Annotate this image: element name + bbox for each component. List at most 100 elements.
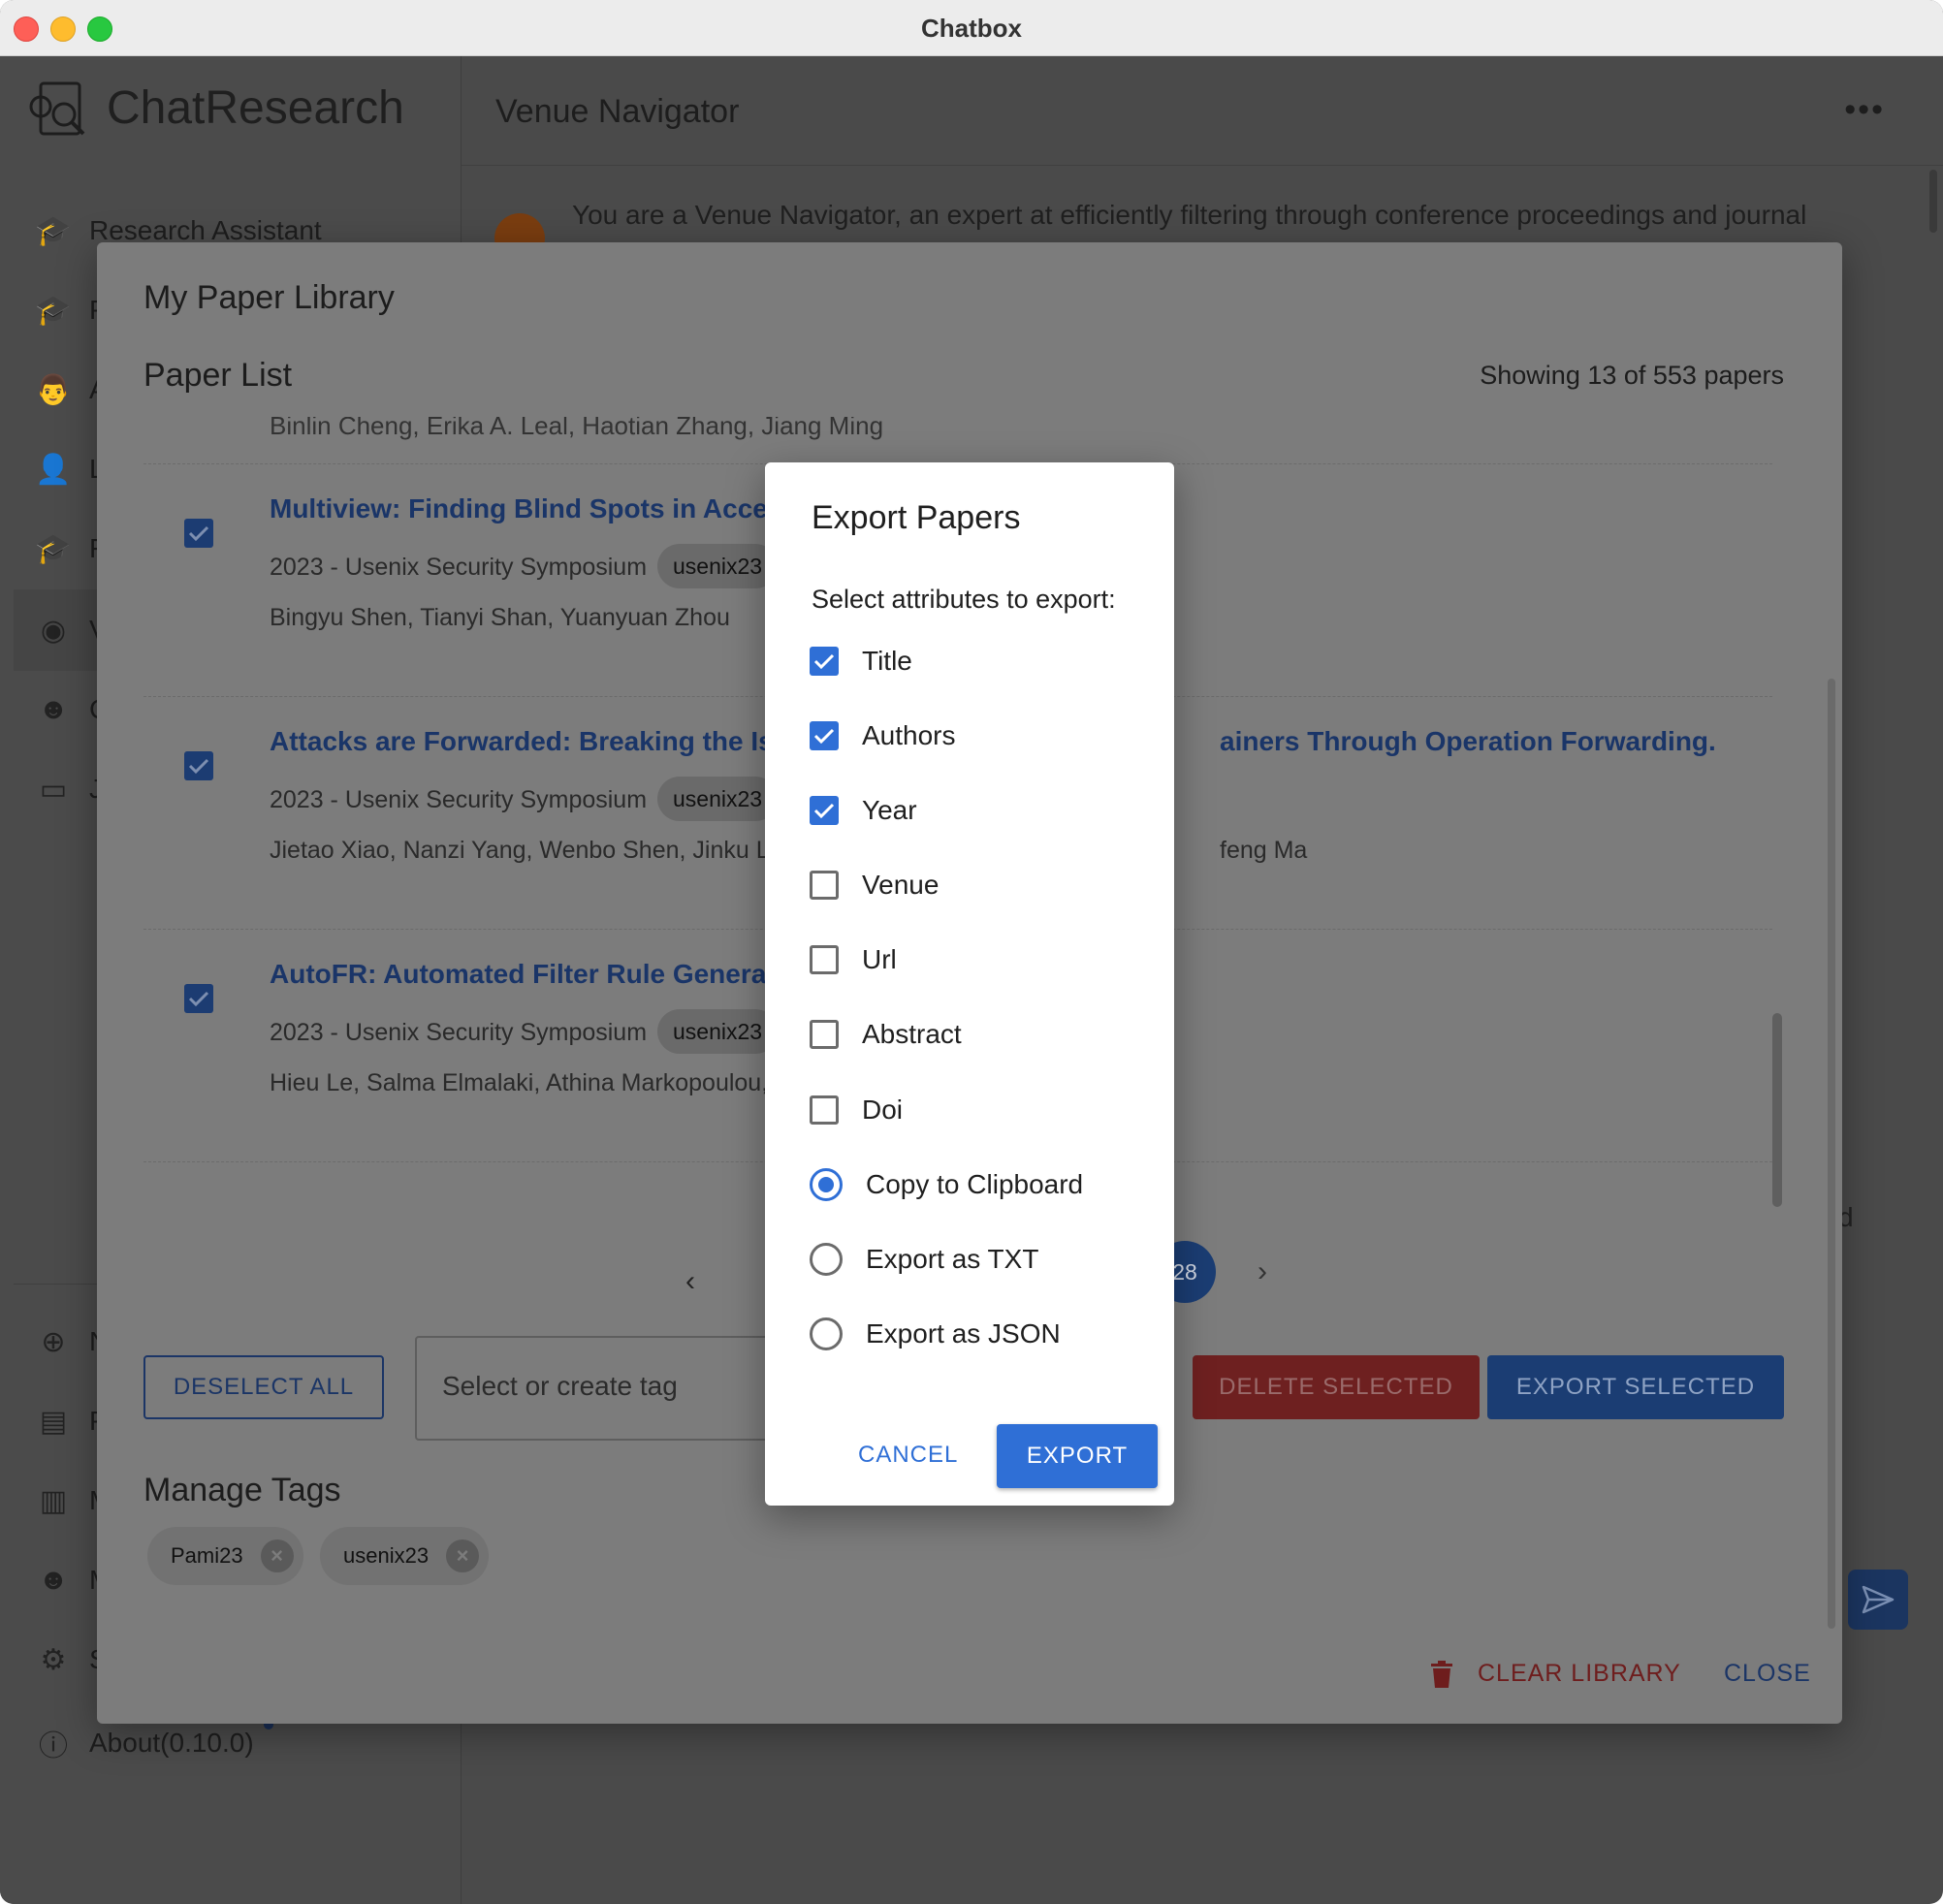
paper-title-link[interactable]: Attacks are Forwarded: Breaking the Is <box>270 726 774 757</box>
trash-icon <box>1431 1660 1452 1688</box>
checkbox-unchecked[interactable] <box>810 945 839 974</box>
paper-checkbox[interactable] <box>184 984 213 1013</box>
option-label: Venue <box>862 870 940 900</box>
paper-list-scrollbar[interactable] <box>1772 1013 1782 1207</box>
graduation-cap-icon: 🎓 <box>35 294 72 327</box>
option-label: Doi <box>862 1095 904 1125</box>
deselect-all-button[interactable]: DESELECT ALL <box>143 1355 384 1419</box>
format-option-json[interactable]: Export as JSON <box>810 1314 1061 1354</box>
robot-icon: ☻ <box>38 693 69 725</box>
send-button[interactable] <box>1848 1570 1908 1630</box>
paper-authors: Bingyu Shen, Tianyi Shan, Yuanyuan Zhou <box>270 604 730 631</box>
close-dialog-button[interactable]: CLOSE <box>1724 1660 1811 1688</box>
paper-tag-chip[interactable]: usenix23 <box>657 777 779 821</box>
scholar-icon: 👤 <box>35 453 72 486</box>
book-open-icon: ▥ <box>39 1484 68 1517</box>
option-label: Year <box>862 795 917 825</box>
app-name: ChatResearch <box>107 82 404 134</box>
tag-chip-label: Pami23 <box>171 1543 243 1568</box>
radio-selected[interactable] <box>810 1168 843 1201</box>
paper-tag-chip[interactable]: usenix23 <box>657 544 779 588</box>
paper-authors: Binlin Cheng, Erika A. Leal, Haotian Zha… <box>270 417 884 440</box>
cancel-button[interactable]: CANCEL <box>858 1442 958 1469</box>
tag-input-placeholder: Select or create tag <box>442 1371 678 1401</box>
graduation-cap-icon: 🎓 <box>35 532 72 565</box>
more-options-icon[interactable]: ••• <box>1844 91 1885 129</box>
paper-meta: 2023 - Usenix Security Symposium <box>270 554 648 581</box>
attribute-option-venue[interactable]: Venue <box>810 865 939 905</box>
chat-bubble-icon: ▭ <box>39 773 68 806</box>
manage-tags-heading: Manage Tags <box>143 1472 341 1508</box>
paper-authors-tail: feng Ma <box>1220 837 1308 864</box>
attribute-option-authors[interactable]: Authors <box>810 715 956 756</box>
system-message: You are a Venue Navigator, an expert at … <box>572 200 1807 230</box>
next-page-button[interactable]: › <box>1231 1241 1293 1303</box>
send-icon <box>1862 1585 1895 1614</box>
prev-page-button[interactable]: ‹ <box>659 1251 721 1313</box>
attribute-option-abstract[interactable]: Abstract <box>810 1014 962 1055</box>
delete-selected-button[interactable]: DELETE SELECTED <box>1193 1355 1480 1419</box>
option-label: Export as JSON <box>866 1318 1061 1349</box>
app-logo-icon <box>29 81 85 136</box>
library-icon: ▤ <box>39 1405 68 1438</box>
format-option-clipboard[interactable]: Copy to Clipboard <box>810 1164 1083 1205</box>
remove-tag-icon[interactable]: × <box>260 1539 294 1572</box>
sidebar-item-5[interactable]: 🎓 F <box>35 529 106 568</box>
export-attributes-label: Select attributes to export: <box>812 585 1116 614</box>
checkmark-icon <box>188 525 209 542</box>
plus-circle-icon: ⊕ <box>41 1325 66 1358</box>
paper-title-link[interactable]: Multiview: Finding Blind Spots in Acce <box>270 493 768 524</box>
radio-unselected[interactable] <box>810 1243 843 1276</box>
paper-tag-chip[interactable]: usenix23 <box>657 1009 779 1054</box>
checkbox-checked[interactable] <box>810 796 839 825</box>
paper-title-link[interactable]: AutoFR: Automated Filter Rule Genera <box>270 959 766 990</box>
robot-icon: ☻ <box>38 1564 69 1596</box>
attribute-option-year[interactable]: Year <box>810 790 917 831</box>
sidebar-item-4[interactable]: 👤 L <box>35 450 104 489</box>
sidebar-item-label: About(0.10.0) <box>89 1728 254 1758</box>
tag-chip-pami23[interactable]: Pami23 × <box>147 1527 303 1585</box>
attribute-option-url[interactable]: Url <box>810 939 897 980</box>
clear-library-button[interactable]: CLEAR LIBRARY <box>1431 1660 1681 1688</box>
checkmark-icon <box>813 728 835 745</box>
checkmark-icon <box>188 758 209 775</box>
tag-chip-usenix23[interactable]: usenix23 × <box>320 1527 490 1585</box>
export-papers-dialog: Export Papers Select attributes to expor… <box>765 462 1174 1506</box>
checkbox-checked[interactable] <box>810 647 839 676</box>
option-label: Export as TXT <box>866 1244 1039 1274</box>
remove-tag-icon[interactable]: × <box>446 1539 480 1572</box>
option-label: Abstract <box>862 1019 962 1049</box>
option-label: Copy to Clipboard <box>866 1169 1084 1199</box>
graduation-cap-icon: 🎓 <box>35 214 72 247</box>
format-option-txt[interactable]: Export as TXT <box>810 1239 1038 1280</box>
title-bar: Chatbox <box>0 0 1943 56</box>
checkbox-unchecked[interactable] <box>810 871 839 900</box>
paper-title-link-tail[interactable]: ainers Through Operation Forwarding. <box>1220 726 1716 757</box>
paper-checkbox[interactable] <box>184 751 213 780</box>
main-header: Venue Navigator ••• <box>462 56 1943 166</box>
checkmark-icon <box>813 803 835 819</box>
attribute-option-title[interactable]: Title <box>810 641 912 682</box>
checkbox-unchecked[interactable] <box>810 1020 839 1049</box>
radio-unselected[interactable] <box>810 1317 843 1350</box>
paper-meta: 2023 - Usenix Security Symposium <box>270 1019 648 1046</box>
conversation-title: Venue Navigator <box>495 93 740 130</box>
scholar-icon: 👨 <box>35 373 72 406</box>
dialog-scrollbar[interactable] <box>1828 679 1835 1629</box>
export-button[interactable]: EXPORT <box>997 1424 1158 1488</box>
sidebar-item-about[interactable]: ⓘ About(0.10.0) <box>35 1724 254 1762</box>
paper-checkbox[interactable] <box>184 519 213 548</box>
tag-chip-label: usenix23 <box>343 1543 430 1568</box>
export-selected-button[interactable]: EXPORT SELECTED <box>1487 1355 1784 1419</box>
checkmark-icon <box>188 991 209 1007</box>
paper-list-heading: Paper List <box>143 357 293 394</box>
checkbox-unchecked[interactable] <box>810 1095 839 1125</box>
paper-count: Showing 13 of 553 papers <box>1480 361 1784 390</box>
sidebar-item-8[interactable]: ▭ J <box>35 770 103 809</box>
option-label: Authors <box>862 720 956 750</box>
attribute-option-doi[interactable]: Doi <box>810 1090 903 1130</box>
checkbox-checked[interactable] <box>810 721 839 750</box>
paper-authors: Jietao Xiao, Nanzi Yang, Wenbo Shen, Jin… <box>270 837 776 864</box>
main-scrollbar[interactable] <box>1929 170 1937 233</box>
window-title: Chatbox <box>921 14 1022 43</box>
